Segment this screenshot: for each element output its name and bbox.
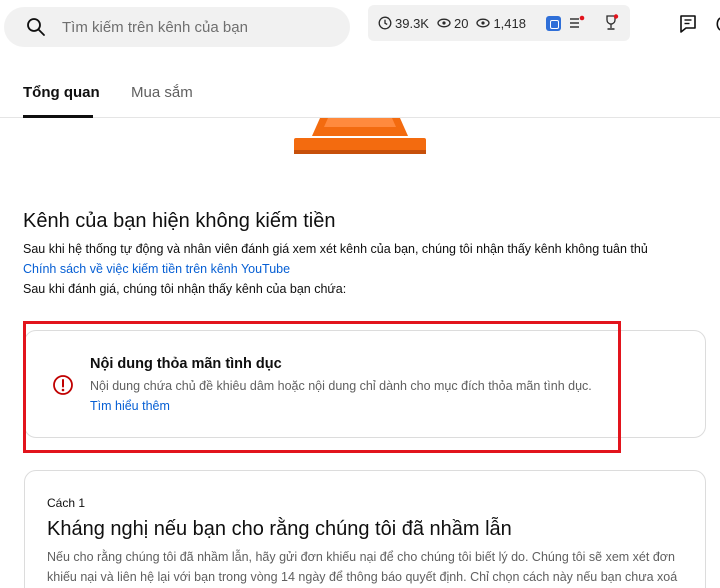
status-description: Sau khi hệ thống tự động và nhân viên đá…	[23, 242, 648, 256]
monetization-status-title: Kênh của bạn hiện không kiếm tiền	[23, 210, 336, 232]
trophy-icon[interactable]	[603, 14, 619, 32]
list-icon[interactable]	[569, 15, 585, 31]
active-tab-indicator	[23, 115, 93, 118]
option-label: Cách 1	[47, 496, 86, 510]
subscribers-stat: 20	[437, 16, 468, 31]
search-input[interactable]	[62, 15, 332, 39]
more-icon[interactable]	[708, 14, 720, 34]
monetization-policy-link[interactable]: Chính sách về việc kiếm tiền trên kênh Y…	[23, 262, 290, 276]
clock-icon	[378, 16, 392, 30]
watch-hours-value: 39.3K	[395, 15, 429, 31]
views-value: 1,418	[493, 15, 526, 31]
search-box[interactable]	[4, 7, 350, 47]
warning-cone-illustration	[294, 118, 426, 154]
appeal-title: Kháng nghị nếu bạn cho rằng chúng tôi đã…	[47, 518, 512, 540]
subscribers-icon	[437, 18, 451, 28]
top-bar: 39.3K 20 1,418	[0, 0, 720, 56]
channel-stats-bar: 39.3K 20 1,418	[368, 5, 630, 41]
tab-shopping[interactable]: Mua sắm	[131, 84, 193, 101]
tab-overview[interactable]: Tổng quan	[23, 84, 100, 101]
review-result-text: Sau khi đánh giá, chúng tôi nhận thấy kê…	[23, 282, 347, 296]
feedback-icon[interactable]	[678, 14, 698, 34]
red-highlight-box	[23, 321, 621, 453]
watch-hours-stat: 39.3K	[378, 16, 429, 31]
extension-icon[interactable]	[546, 15, 561, 31]
search-icon[interactable]	[26, 17, 46, 37]
appeal-description-line-2: khiếu nại và liên hệ lại với bạn trong v…	[47, 570, 678, 584]
subscribers-value: 20	[453, 15, 469, 31]
views-stat: 1,418	[476, 16, 526, 31]
views-icon	[476, 18, 491, 28]
appeal-description-line-1: Nếu cho rằng chúng tôi đã nhầm lẫn, hãy …	[47, 550, 675, 564]
tab-bar: Tổng quan Mua sắm	[0, 56, 720, 118]
